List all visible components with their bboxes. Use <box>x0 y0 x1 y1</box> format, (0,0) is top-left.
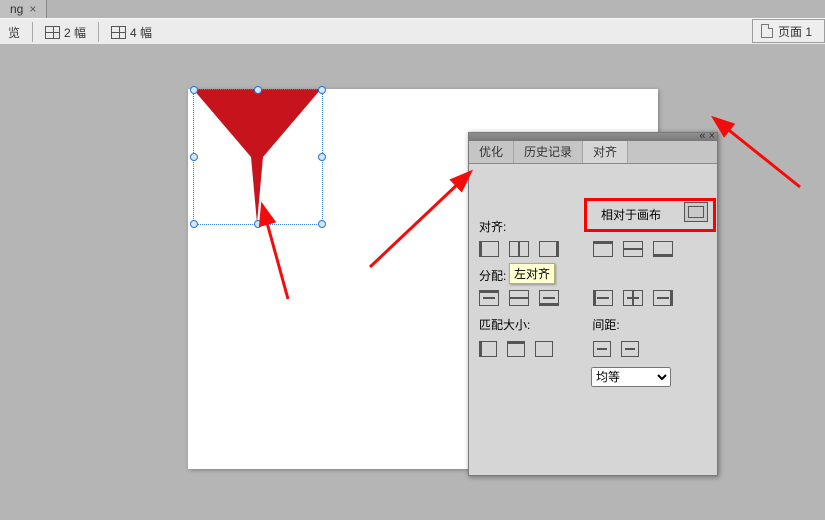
separator <box>32 22 33 42</box>
handle-s[interactable] <box>254 220 262 228</box>
align-panel-body: 相对于画布 对齐: <box>469 164 717 405</box>
document-tab[interactable]: ng × <box>0 0 47 19</box>
selection-bounding-box[interactable] <box>193 89 323 225</box>
preview-view-button[interactable]: 览 <box>0 21 28 43</box>
tooltip-align-left: 左对齐 <box>509 263 555 284</box>
page-icon <box>761 24 773 38</box>
annotation-highlight <box>584 198 716 232</box>
spacing-mode-select[interactable]: 均等 <box>591 367 671 387</box>
annotation-arrow-canvasbtn <box>720 122 810 195</box>
space-horizontal-button[interactable] <box>593 341 611 357</box>
separator <box>98 22 99 42</box>
panel-tabstrip: 优化 历史记录 对齐 <box>469 141 717 164</box>
align-vcenter-button[interactable] <box>623 241 643 257</box>
view-toolbar: 览 2 幅 4 幅 <box>0 18 825 46</box>
four-up-icon <box>111 26 126 39</box>
panel-collapse-close-icons[interactable]: « × <box>699 130 715 142</box>
distribute-top-button[interactable] <box>479 290 499 306</box>
workspace[interactable]: « × 优化 历史记录 对齐 相对于画布 对齐: <box>0 44 825 520</box>
two-up-icon <box>45 26 60 39</box>
distribute-left-button[interactable] <box>593 290 613 306</box>
tab-optimize[interactable]: 优化 <box>469 141 514 163</box>
align-hcenter-button[interactable] <box>509 241 529 257</box>
handle-e[interactable] <box>318 153 326 161</box>
handle-ne[interactable] <box>318 86 326 94</box>
close-document-icon[interactable]: × <box>29 0 36 18</box>
match-width-button[interactable] <box>479 341 497 357</box>
handle-w[interactable] <box>190 153 198 161</box>
align-top-button[interactable] <box>593 241 613 257</box>
match-both-button[interactable] <box>535 341 553 357</box>
tab-align[interactable]: 对齐 <box>583 141 628 163</box>
handle-sw[interactable] <box>190 220 198 228</box>
section-matchsize-label: 匹配大小: <box>479 316 589 333</box>
handle-nw[interactable] <box>190 86 198 94</box>
section-spacing-label: 间距: <box>592 316 619 333</box>
distribute-vcenter-button[interactable] <box>509 290 529 306</box>
tab-history[interactable]: 历史记录 <box>514 141 583 163</box>
two-up-view-button[interactable]: 2 幅 <box>37 21 94 43</box>
space-vertical-button[interactable] <box>621 341 639 357</box>
document-name: ng <box>10 0 23 18</box>
distribute-bottom-button[interactable] <box>539 290 559 306</box>
align-left-button[interactable] <box>479 241 499 257</box>
align-right-button[interactable] <box>539 241 559 257</box>
four-up-view-button[interactable]: 4 幅 <box>103 21 160 43</box>
handle-se[interactable] <box>318 220 326 228</box>
align-panel[interactable]: « × 优化 历史记录 对齐 相对于画布 对齐: <box>468 132 718 476</box>
panel-titlebar[interactable]: « × <box>469 133 717 141</box>
handle-n[interactable] <box>254 86 262 94</box>
match-height-button[interactable] <box>507 341 525 357</box>
distribute-hcenter-button[interactable] <box>623 290 643 306</box>
align-bottom-button[interactable] <box>653 241 673 257</box>
page-tab-label: 页面 1 <box>778 23 812 40</box>
distribute-right-button[interactable] <box>653 290 673 306</box>
page-tab-1[interactable]: 页面 1 <box>752 19 825 43</box>
